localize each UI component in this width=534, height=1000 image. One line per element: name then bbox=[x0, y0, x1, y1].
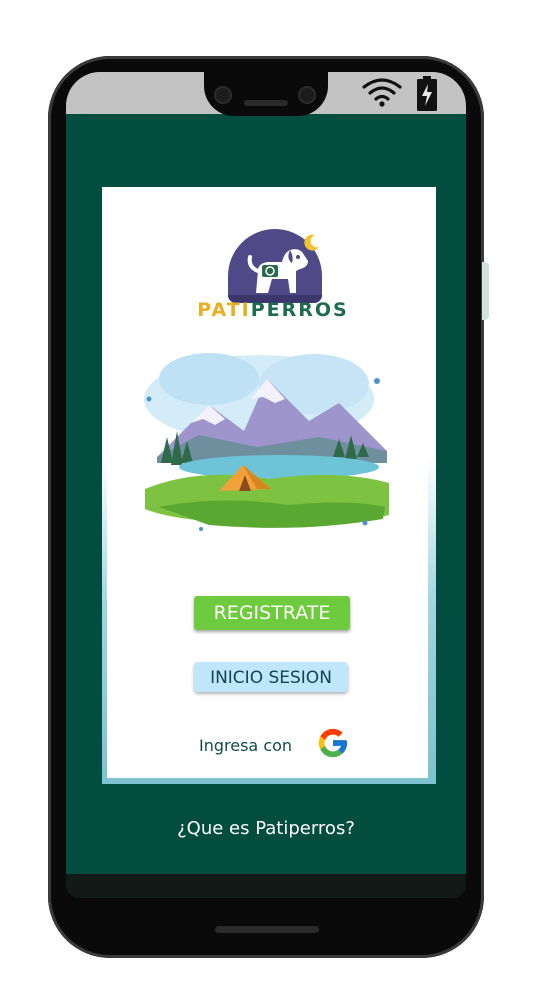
camera-lens bbox=[298, 86, 316, 104]
login-button[interactable]: INICIO SESION bbox=[194, 662, 348, 692]
battery-charging-icon bbox=[417, 76, 437, 111]
landscape-illustration bbox=[144, 353, 389, 531]
welcome-card-body: PATIPERROS REGISTRATE INICIO SESION Ingr… bbox=[107, 189, 428, 778]
camera-lens bbox=[214, 86, 232, 104]
moon-icon bbox=[304, 234, 319, 251]
navigation-bar bbox=[66, 874, 466, 898]
welcome-card: PATIPERROS REGISTRATE INICIO SESION Ingr… bbox=[102, 187, 436, 784]
home-indicator bbox=[215, 926, 319, 933]
register-button[interactable]: REGISTRATE bbox=[194, 596, 350, 630]
phone-side-button bbox=[482, 262, 489, 320]
phone-screen: PATIPERROS REGISTRATE INICIO SESION Ingr… bbox=[66, 72, 466, 898]
earpiece-speaker bbox=[244, 100, 288, 106]
brand-name-suffix: PERROS bbox=[250, 299, 349, 321]
google-icon[interactable] bbox=[316, 726, 350, 760]
google-login-label: Ingresa con bbox=[199, 736, 293, 755]
camera-notch bbox=[204, 72, 328, 116]
brand-name-prefix: PATI bbox=[197, 299, 251, 321]
about-link[interactable]: ¿Que es Patiperros? bbox=[66, 818, 466, 839]
brand-name: PATIPERROS bbox=[193, 299, 353, 321]
wifi-icon bbox=[362, 78, 402, 107]
